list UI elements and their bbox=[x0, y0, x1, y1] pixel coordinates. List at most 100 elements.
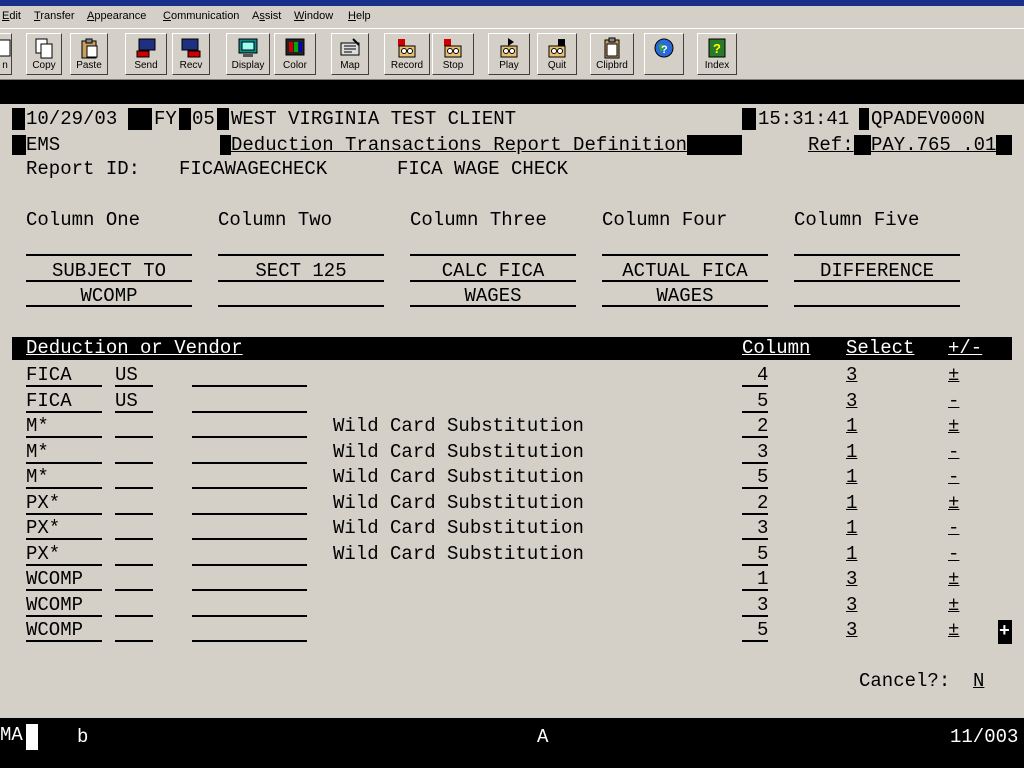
column-1-line2-text: SUBJECT TO bbox=[51, 260, 167, 282]
select-value[interactable]: 1 bbox=[846, 441, 857, 463]
play-button[interactable]: Play bbox=[488, 33, 530, 75]
plus-minus-value[interactable]: ± bbox=[948, 364, 959, 386]
paste-button[interactable]: Paste bbox=[70, 33, 108, 75]
wildcard-note: Wild Card Substitution bbox=[333, 441, 584, 463]
deduction-code: WCOMP bbox=[26, 619, 84, 641]
plus-minus-value[interactable]: - bbox=[948, 517, 959, 539]
display-button[interactable]: Display bbox=[226, 33, 270, 75]
report-id-label: Report ID: bbox=[26, 158, 141, 180]
vendor-field[interactable] bbox=[192, 615, 307, 617]
menu-appearance[interactable]: Appearance bbox=[87, 10, 146, 22]
select-value[interactable]: 3 bbox=[846, 619, 857, 641]
plus-minus-value[interactable]: ± bbox=[948, 619, 959, 641]
column-1-line1-field[interactable] bbox=[26, 254, 192, 256]
toolbar-button-label: Send bbox=[134, 60, 158, 71]
vendor-field[interactable] bbox=[192, 564, 307, 566]
copy-icon bbox=[33, 37, 55, 59]
vendor-field[interactable] bbox=[192, 411, 307, 413]
stop-button[interactable]: Stop bbox=[432, 33, 474, 75]
vendor-field[interactable] bbox=[192, 462, 307, 464]
status-b: b bbox=[77, 726, 89, 748]
select-value[interactable]: 1 bbox=[846, 543, 857, 565]
vendor-field[interactable] bbox=[192, 436, 307, 438]
recv-button[interactable]: Recv bbox=[172, 33, 210, 75]
help-button[interactable]: ? bbox=[644, 33, 684, 75]
column-5-line3-field[interactable] bbox=[794, 305, 960, 307]
vendor-field[interactable] bbox=[192, 385, 307, 387]
plus-minus-value[interactable]: ± bbox=[948, 594, 959, 616]
clipbrd-button[interactable]: Clipbrd bbox=[590, 33, 634, 75]
vendor-field[interactable] bbox=[192, 513, 307, 515]
deduction-type-field[interactable] bbox=[115, 640, 153, 642]
menu-edit[interactable]: Edit bbox=[2, 10, 21, 22]
plus-minus-value[interactable]: ± bbox=[948, 415, 959, 437]
menu-window[interactable]: Window bbox=[294, 10, 333, 22]
select-value[interactable]: 3 bbox=[846, 568, 857, 590]
report-id: FICAWAGECHECK bbox=[179, 158, 328, 180]
vendor-field[interactable] bbox=[192, 640, 307, 642]
select-value[interactable]: 3 bbox=[846, 390, 857, 412]
more-indicator-glyph: + bbox=[999, 622, 1010, 642]
vendor-field[interactable] bbox=[192, 487, 307, 489]
deduction-type-field[interactable] bbox=[115, 513, 153, 515]
deduction-code: FICA bbox=[26, 390, 72, 412]
svg-text:?: ? bbox=[713, 41, 721, 56]
deduction-type-field[interactable] bbox=[115, 538, 153, 540]
select-value[interactable]: 3 bbox=[846, 594, 857, 616]
deduction-type-field[interactable] bbox=[115, 487, 153, 489]
copy-button[interactable]: Copy bbox=[26, 33, 62, 75]
deduction-type-field[interactable] bbox=[115, 462, 153, 464]
menu-transfer[interactable]: Transfer bbox=[34, 10, 75, 22]
plus-minus-value[interactable]: - bbox=[948, 543, 959, 565]
plus-minus-value[interactable]: - bbox=[948, 466, 959, 488]
column-3-line2-text: CALC FICA bbox=[441, 260, 545, 282]
header-fy: 05 bbox=[192, 108, 215, 130]
deduction-type-field[interactable] bbox=[115, 589, 153, 591]
attr-block bbox=[128, 108, 152, 130]
select-value[interactable]: 1 bbox=[846, 466, 857, 488]
select-value[interactable]: 3 bbox=[846, 364, 857, 386]
column-4-line1-field[interactable] bbox=[602, 254, 768, 256]
deduction-code: WCOMP bbox=[26, 568, 84, 590]
column-2-line1-field[interactable] bbox=[218, 254, 384, 256]
color-button[interactable]: Color bbox=[274, 33, 316, 75]
column-number: 1 bbox=[757, 568, 769, 590]
n-button[interactable]: n bbox=[0, 33, 12, 75]
map-button[interactable]: Map bbox=[331, 33, 369, 75]
vendor-field[interactable] bbox=[192, 589, 307, 591]
column-2-line3-field[interactable] bbox=[218, 305, 384, 307]
plus-minus-value[interactable]: ± bbox=[948, 492, 959, 514]
select-value[interactable]: 1 bbox=[846, 415, 857, 437]
menu-communication[interactable]: Communication bbox=[163, 10, 239, 22]
cancel-field[interactable]: N bbox=[973, 670, 984, 692]
deduction-type-field[interactable] bbox=[115, 436, 153, 438]
index-icon: ? bbox=[706, 37, 728, 59]
vendor-field[interactable] bbox=[192, 538, 307, 540]
toolbar-button-label: Color bbox=[283, 60, 307, 71]
toolbar-button-label: Record bbox=[390, 60, 424, 71]
index-button[interactable]: ? Index bbox=[697, 33, 737, 75]
select-value[interactable]: 1 bbox=[846, 492, 857, 514]
plus-minus-value[interactable]: - bbox=[948, 390, 959, 412]
menu-help[interactable]: Help bbox=[348, 10, 371, 22]
column-heading: Column One bbox=[26, 209, 141, 231]
deduction-code: PX* bbox=[26, 517, 61, 539]
record-button[interactable]: Record bbox=[384, 33, 430, 75]
toolbar-button-label: Stop bbox=[442, 60, 464, 71]
select-value[interactable]: 1 bbox=[846, 517, 857, 539]
plus-minus-value[interactable]: - bbox=[948, 441, 959, 463]
column-3-line1-field[interactable] bbox=[410, 254, 576, 256]
header-fy-label: FY bbox=[154, 108, 177, 130]
plus-minus-value[interactable]: ± bbox=[948, 568, 959, 590]
column-5-line1-field[interactable] bbox=[794, 254, 960, 256]
deduction-type-field[interactable] bbox=[115, 615, 153, 617]
quit-button[interactable]: Quit bbox=[537, 33, 577, 75]
help-globe-icon: ? bbox=[653, 37, 675, 59]
column-2-line2-text: SECT 125 bbox=[255, 260, 347, 282]
deduction-code: M* bbox=[26, 441, 49, 463]
send-button[interactable]: Send bbox=[125, 33, 167, 75]
header-date: 10/29/03 bbox=[26, 108, 118, 130]
menu-assist[interactable]: Assist bbox=[252, 10, 281, 22]
deduction-type-field[interactable] bbox=[115, 564, 153, 566]
deduction-type: US bbox=[115, 364, 138, 386]
